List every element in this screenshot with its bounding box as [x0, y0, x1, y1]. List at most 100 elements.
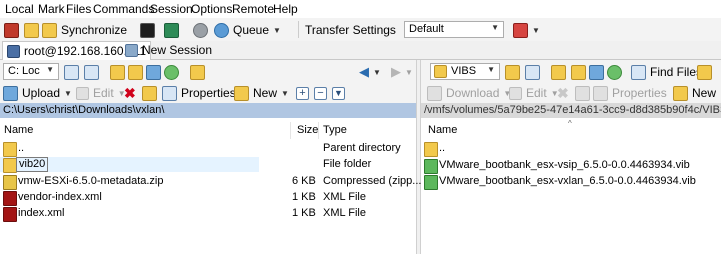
list-item[interactable]: VMware_bootbank_esx-vsip_6.5.0-0.0.44639… [421, 158, 721, 174]
column-header-size[interactable]: Size [297, 122, 318, 139]
delete-button[interactable]: ✖ [124, 84, 136, 102]
parent-directory-button[interactable] [110, 63, 125, 81]
chevron-down-icon: ▼ [491, 23, 499, 32]
remote-folder-select[interactable]: VIBS ▼ [430, 63, 500, 80]
edit-label: Edit [93, 86, 114, 100]
column-header-type[interactable]: Type [323, 122, 347, 139]
menu-files[interactable]: Files [66, 2, 91, 16]
filter-select-button[interactable]: ▼ [332, 84, 345, 102]
left-nav-toolbar: C: Loc ▼ [0, 60, 416, 82]
find-button[interactable] [190, 63, 205, 81]
drive-label: C: Loc [8, 65, 40, 77]
local-path-bar[interactable]: C:\Users\christ\Downloads\vxlan\ [0, 103, 416, 118]
queue-button[interactable]: Queue ▼ [214, 21, 281, 39]
menu-bar: Local Mark Files Commands Session Option… [0, 0, 721, 18]
preferences-button[interactable] [193, 21, 208, 39]
menu-remote[interactable]: Remote [232, 2, 274, 16]
home-directory-button[interactable] [146, 63, 161, 81]
menu-commands[interactable]: Commands [93, 2, 154, 16]
menu-mark[interactable]: Mark [38, 2, 65, 16]
select-all-button[interactable]: + [296, 84, 309, 102]
remote-edit-label: Edit [526, 86, 547, 100]
properties-label: Properties [181, 86, 236, 100]
transfer-settings-select[interactable]: Default ▼ [404, 21, 504, 38]
vib-file-icon [424, 175, 438, 190]
filter-options-button[interactable] [84, 63, 99, 81]
local-drive-select[interactable]: C: Loc ▼ [3, 63, 59, 80]
queue-label: Queue [233, 23, 270, 37]
new-button[interactable]: New ▼ [234, 84, 289, 102]
synchronize-button[interactable]: Synchronize [42, 21, 127, 39]
remote-filter-button[interactable] [505, 63, 520, 81]
download-button[interactable]: Download ▼ [427, 84, 511, 102]
list-item[interactable]: vib20 [0, 157, 259, 173]
parent-folder-icon [110, 64, 125, 80]
tab-new-session[interactable]: New Session [121, 41, 216, 59]
menu-session[interactable]: Session [150, 2, 193, 16]
list-item[interactable]: index.xml 1 KB XML File [0, 206, 416, 222]
chevron-down-icon: ▼ [373, 67, 381, 77]
new-folder-icon [673, 85, 688, 101]
list-item[interactable]: .. [421, 141, 721, 157]
properties-button[interactable]: Properties [162, 84, 236, 102]
remote-new-label: New [692, 86, 717, 100]
menu-options[interactable]: Options [191, 2, 232, 16]
chevron-down-icon: ▼ [532, 25, 540, 35]
find-files-button[interactable]: Find Files [631, 63, 702, 81]
column-header-name[interactable]: Name [4, 122, 33, 139]
edit-button[interactable]: Edit ▼ [76, 84, 126, 102]
properties-icon [162, 85, 177, 101]
rename-button[interactable] [142, 84, 157, 102]
menu-help[interactable]: Help [273, 2, 298, 16]
synchronize-icon [42, 22, 57, 38]
gear-icon [193, 22, 208, 38]
remote-properties-button[interactable]: Properties [593, 84, 667, 102]
upload-button[interactable]: Upload ▼ [3, 84, 72, 102]
deselect-button[interactable]: − [314, 84, 327, 102]
rename-icon [142, 85, 157, 101]
folder-sync-icon [24, 22, 39, 38]
queue-icon [214, 22, 229, 38]
download-icon [427, 85, 442, 101]
putty-button[interactable] [164, 21, 179, 39]
column-divider[interactable] [290, 122, 291, 139]
home-icon [146, 64, 161, 80]
file-type: XML File [323, 191, 366, 203]
filter-button[interactable] [64, 63, 79, 81]
file-type: Parent directory [323, 142, 401, 154]
remote-rename-button[interactable] [575, 84, 590, 102]
menu-local[interactable]: Local [5, 2, 34, 16]
list-item[interactable]: .. Parent directory [0, 141, 416, 157]
synchronize-browsing-button[interactable] [24, 21, 39, 39]
remote-home-directory-button[interactable] [589, 63, 604, 81]
transfer-options-button[interactable]: ▼ [513, 21, 540, 39]
remote-delete-button[interactable]: ✖ [557, 84, 569, 102]
list-item[interactable]: VMware_bootbank_esx-vxlan_6.5.0-0.0.4463… [421, 174, 721, 190]
refresh-button[interactable] [164, 63, 179, 81]
download-label: Download [446, 86, 500, 100]
remote-root-directory-button[interactable] [571, 63, 586, 81]
remote-refresh-button[interactable] [607, 63, 622, 81]
column-divider[interactable] [318, 122, 319, 139]
transfer-settings-label: Transfer Settings [305, 23, 396, 37]
remote-parent-directory-button[interactable] [551, 63, 566, 81]
remote-column-header-name[interactable]: Name [428, 122, 457, 139]
remote-edit-button[interactable]: Edit ▼ [509, 84, 559, 102]
console-button[interactable] [140, 21, 155, 39]
remote-path-bar[interactable]: /vmfs/volumes/5a79be25-47e14a61-3cc9-d8d… [421, 103, 721, 118]
compare-directories-button[interactable] [4, 21, 19, 39]
back-button[interactable]: ◀ ▼ [359, 63, 381, 81]
arrow-left-icon: ◀ [359, 64, 369, 79]
parent-folder-icon [424, 142, 438, 157]
file-name: vmw-ESXi-6.5.0-metadata.zip [18, 175, 164, 187]
file-name: .. [439, 142, 446, 154]
root-directory-button[interactable] [128, 63, 143, 81]
new-folder-icon [234, 85, 249, 101]
chevron-down-icon: ▼ [405, 67, 413, 77]
list-item[interactable]: vmw-ESXi-6.5.0-metadata.zip 6 KB Compres… [0, 174, 421, 190]
file-type: File folder [323, 158, 372, 170]
remote-new-button[interactable]: New ▼ [673, 84, 721, 102]
remote-filter-options-button[interactable] [525, 63, 540, 81]
list-item[interactable]: vendor-index.xml 1 KB XML File [0, 190, 416, 206]
remote-tree-button[interactable] [697, 63, 712, 81]
